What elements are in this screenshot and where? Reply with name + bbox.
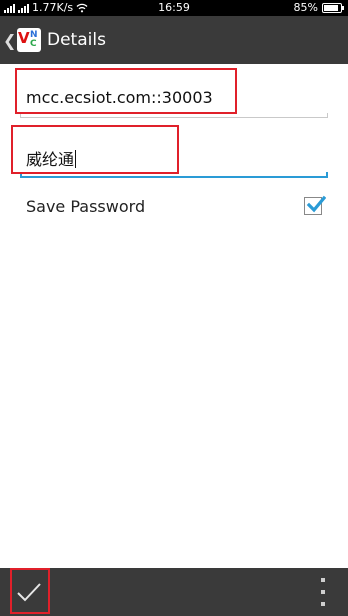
back-arrow-icon[interactable]: ❮: [3, 31, 16, 50]
vnc-icon[interactable]: VNC: [17, 28, 41, 52]
save-password-checkbox[interactable]: [304, 195, 326, 215]
checkmark-icon: [306, 195, 326, 213]
overflow-menu-icon[interactable]: [318, 578, 328, 606]
battery-icon: [322, 2, 344, 13]
save-password-row[interactable]: Save Password: [26, 192, 328, 220]
page-title: Details: [47, 30, 106, 50]
host-underline: [20, 117, 328, 118]
battery-percent: 85%: [293, 1, 318, 14]
save-password-label: Save Password: [26, 196, 146, 216]
highlight-box-host: [15, 68, 237, 114]
highlight-box-nickname: [11, 125, 179, 174]
status-bar: 1.77K/s 16:59 85%: [0, 0, 348, 16]
bottom-action-bar: [0, 568, 348, 616]
nickname-underline: [20, 176, 328, 178]
status-right: 85%: [293, 1, 344, 14]
action-bar: ❮ VNC Details: [0, 16, 348, 64]
highlight-box-confirm: [10, 568, 50, 614]
